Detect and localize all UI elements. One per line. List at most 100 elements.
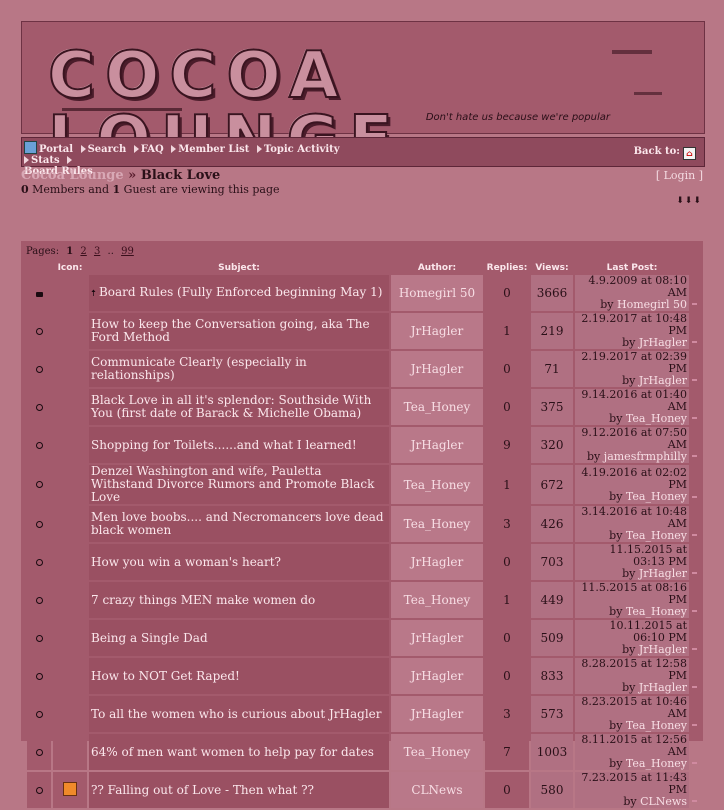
topic-author[interactable]: JrHagler <box>391 658 483 694</box>
topic-subject[interactable]: How to keep the Conversation going, aka … <box>89 313 389 349</box>
nav-member-list[interactable]: Member List <box>171 144 249 155</box>
nav-portal[interactable]: Portal <box>24 141 73 155</box>
topic-subject[interactable]: Denzel Washington and wife, Pauletta Wit… <box>89 465 389 504</box>
topic-subject[interactable]: To all the women who is curious about Jr… <box>89 696 389 732</box>
topic-replies: 0 <box>485 275 529 311</box>
topic-status-icon <box>35 327 43 335</box>
col-views[interactable]: Views: <box>531 263 573 273</box>
last-post-author[interactable]: Tea_Honey <box>626 412 687 425</box>
goto-last-post-icon[interactable] <box>692 724 697 726</box>
last-post-author[interactable]: Tea_Honey <box>626 529 687 542</box>
topic-author[interactable]: Homegirl 50 <box>391 275 483 311</box>
topic-title[interactable]: Being a Single Dad <box>91 631 208 645</box>
goto-last-post-icon[interactable] <box>692 417 697 419</box>
topic-title[interactable]: To all the women who is curious about Jr… <box>91 707 382 721</box>
topic-title[interactable]: Communicate Clearly (especially in relat… <box>91 355 307 382</box>
last-post-author[interactable]: Tea_Honey <box>626 757 687 770</box>
topic-subject[interactable]: ?? Falling out of Love - Then what ?? <box>89 772 389 808</box>
topic-last-post: 7.23.2015 at 11:43 PM by CLNews <box>575 772 697 808</box>
nav-search[interactable]: Search <box>80 144 126 155</box>
guests-count: 1 <box>112 183 121 196</box>
last-post-author[interactable]: Homegirl 50 <box>617 298 687 311</box>
col-author[interactable]: Author: <box>391 263 483 273</box>
last-post-author[interactable]: JrHagler <box>639 374 687 387</box>
goto-last-post-icon[interactable] <box>692 534 697 536</box>
topic-subject[interactable]: Black Love in all it's splendor: Southsi… <box>89 389 389 425</box>
topic-title[interactable]: How to NOT Get Raped! <box>91 669 240 683</box>
col-replies[interactable]: Replies: <box>485 263 529 273</box>
page-link[interactable]: 2 <box>80 246 86 257</box>
goto-last-post-icon[interactable] <box>692 379 697 381</box>
goto-last-post-icon[interactable] <box>692 572 697 574</box>
last-post-author[interactable]: JrHagler <box>639 643 687 656</box>
last-post-date: 8.28.2015 at 12:58 PM <box>581 657 687 682</box>
topic-author[interactable]: JrHagler <box>391 313 483 349</box>
topic-views: 71 <box>531 351 573 387</box>
last-post-author[interactable]: JrHagler <box>639 567 687 580</box>
home-icon[interactable]: ⌂ <box>683 147 696 160</box>
col-last-post[interactable]: Last Post: <box>575 263 689 273</box>
topic-subject[interactable]: Communicate Clearly (especially in relat… <box>89 351 389 387</box>
last-post-author[interactable]: CLNews <box>640 795 687 808</box>
nav-topic-activity[interactable]: Topic Activity <box>256 144 340 155</box>
topic-subject[interactable]: Men love boobs.... and Necromancers love… <box>89 506 389 542</box>
last-post-author[interactable]: Tea_Honey <box>626 605 687 618</box>
topic-title[interactable]: Shopping for Toilets......and what I lea… <box>91 438 357 452</box>
last-post-author[interactable]: JrHagler <box>639 681 687 694</box>
page-link-last[interactable]: 99 <box>121 246 134 257</box>
topic-subject[interactable]: How to NOT Get Raped! <box>89 658 389 694</box>
topic-author[interactable]: Tea_Honey <box>391 734 483 770</box>
topic-author[interactable]: Tea_Honey <box>391 389 483 425</box>
last-post-author[interactable]: Tea_Honey <box>626 490 687 503</box>
topic-title[interactable]: ?? Falling out of Love - Then what ?? <box>91 783 314 797</box>
topic-author[interactable]: CLNews <box>391 772 483 808</box>
goto-last-post-icon[interactable] <box>692 762 697 764</box>
nav-stats[interactable]: Stats <box>24 155 60 166</box>
goto-last-post-icon[interactable] <box>692 686 697 688</box>
topic-replies: 7 <box>485 734 529 770</box>
goto-last-post-icon[interactable] <box>692 455 697 457</box>
topic-title[interactable]: How to keep the Conversation going, aka … <box>91 317 370 344</box>
topic-status <box>27 544 51 580</box>
topic-author[interactable]: Tea_Honey <box>391 465 483 504</box>
topic-subject[interactable]: 64% of men want women to help pay for da… <box>89 734 389 770</box>
topic-title[interactable]: How you win a woman's heart? <box>91 555 281 569</box>
logo-splatter <box>634 92 662 95</box>
topic-author[interactable]: JrHagler <box>391 620 483 656</box>
topic-author[interactable]: JrHagler <box>391 351 483 387</box>
topic-title[interactable]: Board Rules (Fully Enforced beginning Ma… <box>99 285 383 299</box>
topic-title[interactable]: 7 crazy things MEN make women do <box>91 593 315 607</box>
goto-last-post-icon[interactable] <box>692 496 697 498</box>
topic-title[interactable]: 64% of men want women to help pay for da… <box>91 745 374 759</box>
topic-author[interactable]: Tea_Honey <box>391 506 483 542</box>
topic-subject[interactable]: Shopping for Toilets......and what I lea… <box>89 427 389 463</box>
topic-subject[interactable]: How you win a woman's heart? <box>89 544 389 580</box>
breadcrumb-home-link[interactable]: Cocoa Lounge <box>21 168 124 183</box>
topic-author[interactable]: JrHagler <box>391 696 483 732</box>
topic-title[interactable]: Black Love in all it's splendor: Southsi… <box>91 393 371 420</box>
scroll-down-icon[interactable]: ⬇⬇⬇ <box>676 196 702 206</box>
back-to[interactable]: Back to: ⌂ <box>634 146 696 160</box>
last-post-author[interactable]: JrHagler <box>639 336 687 349</box>
login-link[interactable]: [ Login ] <box>656 169 703 182</box>
topic-subject[interactable]: 🠅 Board Rules (Fully Enforced beginning M… <box>89 275 389 311</box>
last-post-author[interactable]: Tea_Honey <box>626 719 687 732</box>
topic-author[interactable]: JrHagler <box>391 544 483 580</box>
last-post-by: by Tea_Honey <box>609 719 687 732</box>
goto-last-post-icon[interactable] <box>692 303 697 305</box>
page-link[interactable]: 3 <box>94 246 100 257</box>
col-subject[interactable]: Subject: <box>89 263 389 273</box>
topic-subject[interactable]: 7 crazy things MEN make women do <box>89 582 389 618</box>
last-post-author[interactable]: jamesfrmphilly <box>604 450 687 463</box>
topic-author[interactable]: Tea_Honey <box>391 582 483 618</box>
topic-title[interactable]: Denzel Washington and wife, Pauletta Wit… <box>91 464 374 504</box>
goto-last-post-icon[interactable] <box>692 648 697 650</box>
goto-last-post-icon[interactable] <box>692 610 697 612</box>
topic-subject[interactable]: Being a Single Dad <box>89 620 389 656</box>
topic-author[interactable]: JrHagler <box>391 427 483 463</box>
goto-last-post-icon[interactable] <box>692 800 697 802</box>
topic-status-icon <box>35 441 43 449</box>
nav-faq[interactable]: FAQ <box>133 144 164 155</box>
goto-last-post-icon[interactable] <box>692 341 697 343</box>
topic-title[interactable]: Men love boobs.... and Necromancers love… <box>91 510 384 537</box>
